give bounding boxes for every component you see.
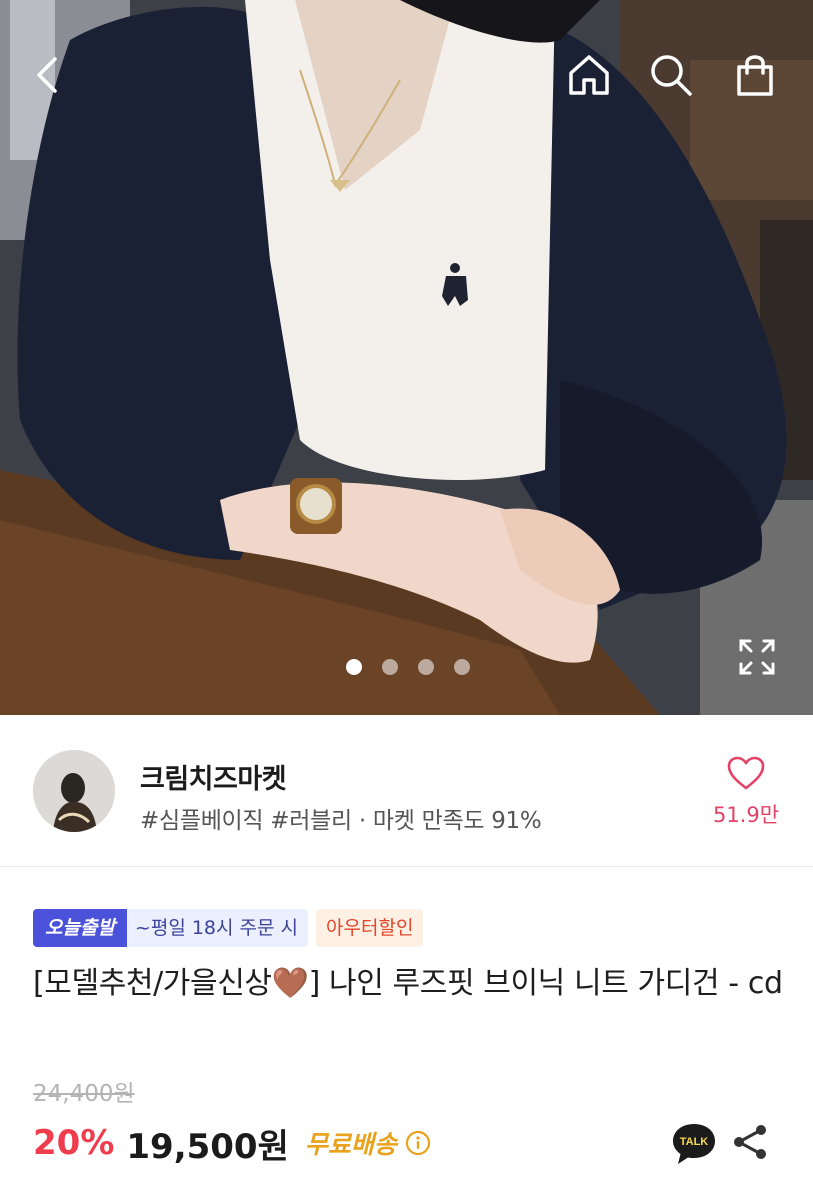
share-button[interactable] (730, 1122, 772, 1164)
seller-name[interactable]: 크림치즈마켓 (140, 757, 287, 796)
avatar-image (33, 750, 115, 832)
search-icon (651, 55, 692, 96)
pagination-dot[interactable] (453, 659, 470, 675)
seller-section: 크림치즈마켓 #심플베이직 #러블리 · 마켓 만족도 91% 51.9만 (0, 715, 813, 867)
shipping-info-button[interactable] (405, 1130, 431, 1156)
seller-avatar[interactable] (33, 750, 115, 832)
pagination-dot[interactable] (381, 659, 398, 675)
expand-button[interactable] (730, 630, 784, 684)
badge-row: 오늘출발 ~평일 18시 주문 시 아우터할인 (33, 909, 424, 947)
product-image[interactable] (0, 0, 813, 715)
heart-outline-icon (727, 756, 765, 790)
order-cutoff-badge: ~평일 18시 주문 시 (126, 909, 309, 947)
home-icon (569, 55, 609, 95)
talk-button[interactable]: TALK (670, 1120, 718, 1168)
original-price: 24,400원 (33, 1081, 135, 1107)
pagination-dot[interactable] (417, 659, 434, 675)
today-shipping-badge: 오늘출발 (33, 909, 127, 947)
share-icon (734, 1125, 766, 1159)
free-shipping-label: 무료배송 (304, 1130, 397, 1159)
sale-price: 19,500원 (126, 1126, 289, 1167)
discount-rate: 20% (33, 1123, 115, 1163)
cart-button[interactable] (726, 46, 784, 104)
seller-tags: #심플베이직 #러블리 · 마켓 만족도 91% (140, 808, 542, 834)
product-photo (0, 0, 813, 715)
chevron-left-icon (37, 57, 57, 93)
expand-icon (739, 639, 775, 675)
talk-label: TALK (680, 1136, 709, 1148)
info-icon (405, 1130, 430, 1156)
shopping-bag-icon (737, 55, 773, 96)
back-button[interactable] (20, 46, 78, 104)
chat-talk-icon: TALK (673, 1124, 715, 1164)
price-row: 20% 19,500원 무료배송 (33, 1118, 431, 1168)
search-button[interactable] (642, 46, 700, 104)
home-button[interactable] (560, 46, 618, 104)
like-button[interactable]: 51.9만 (706, 755, 786, 835)
gallery-pagination (0, 659, 813, 675)
pagination-dot[interactable] (345, 659, 362, 675)
sale-badge: 아우터할인 (316, 909, 424, 947)
product-title: [모델추천/가을신상🤎] 나인 루즈핏 브이닉 니트 가디건 - cd (33, 966, 783, 1001)
like-count: 51.9만 (712, 803, 780, 827)
